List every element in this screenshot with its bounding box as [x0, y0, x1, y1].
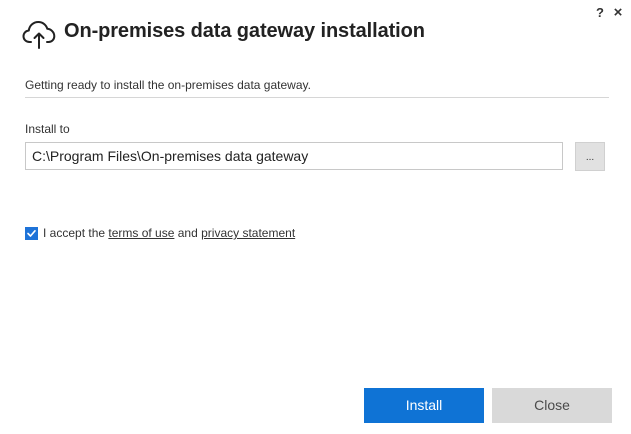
window-close-button[interactable]: ×: [611, 4, 625, 22]
terms-of-use-link[interactable]: terms of use: [108, 226, 174, 240]
accept-prefix-text: I accept the: [43, 226, 109, 240]
accept-terms-label: I accept the terms of use and privacy st…: [43, 226, 295, 240]
help-button[interactable]: ?: [594, 4, 606, 22]
divider: [25, 97, 609, 98]
privacy-statement-link[interactable]: privacy statement: [201, 226, 295, 240]
accept-middle-text: and: [174, 226, 202, 240]
installer-window: ? × On-premises data gateway installatio…: [0, 0, 631, 434]
install-to-label: Install to: [25, 122, 70, 136]
accept-terms-checkbox[interactable]: [25, 227, 38, 240]
browse-button[interactable]: ...: [575, 142, 605, 171]
cloud-upload-icon: [22, 21, 56, 49]
page-title: On-premises data gateway installation: [64, 20, 425, 42]
status-text: Getting ready to install the on-premises…: [25, 78, 311, 92]
checkmark-icon: [27, 229, 36, 237]
install-path-input[interactable]: [25, 142, 563, 170]
install-button[interactable]: Install: [364, 388, 484, 423]
close-button[interactable]: Close: [492, 388, 612, 423]
